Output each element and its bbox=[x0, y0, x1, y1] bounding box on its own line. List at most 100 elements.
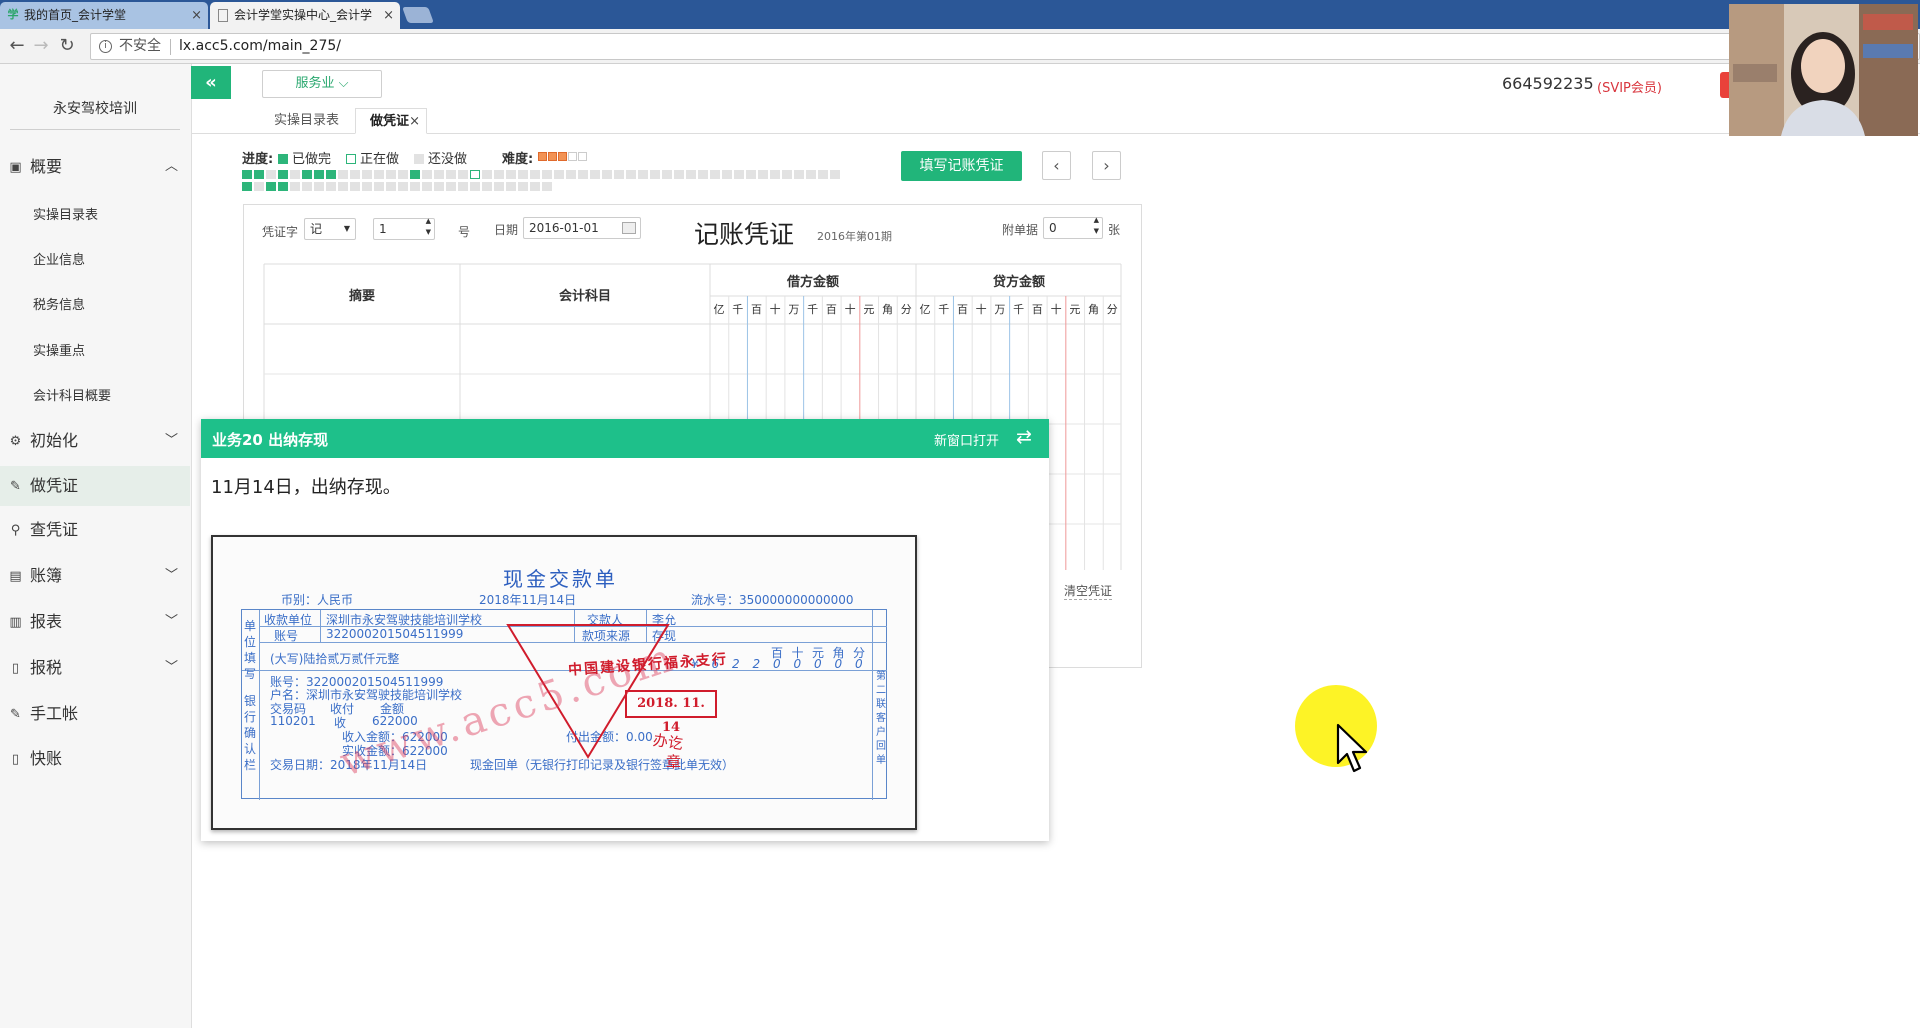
progress-cell[interactable] bbox=[302, 182, 312, 191]
progress-cell[interactable] bbox=[542, 170, 552, 179]
reload-icon[interactable]: ↻ bbox=[56, 35, 78, 56]
progress-cell[interactable] bbox=[290, 170, 300, 179]
progress-cell[interactable] bbox=[374, 170, 384, 179]
tab-make-voucher[interactable]: 做凭证 × bbox=[355, 108, 427, 134]
progress-cell[interactable] bbox=[398, 170, 408, 179]
sidebar-item-reports[interactable]: ▥ 报表 ﹀ bbox=[0, 602, 190, 642]
progress-cell[interactable] bbox=[410, 170, 420, 179]
info-icon[interactable]: i bbox=[99, 40, 112, 53]
progress-cell[interactable] bbox=[794, 170, 804, 179]
sidebar-sub-key-points[interactable]: 实操重点 bbox=[33, 340, 85, 359]
progress-cell[interactable] bbox=[578, 170, 588, 179]
progress-cell[interactable] bbox=[446, 182, 456, 191]
new-tab-button[interactable] bbox=[402, 7, 434, 23]
progress-cell[interactable] bbox=[722, 170, 732, 179]
progress-cell[interactable] bbox=[470, 182, 480, 191]
progress-cell[interactable] bbox=[254, 170, 264, 179]
progress-cell[interactable] bbox=[374, 182, 384, 191]
progress-cell[interactable] bbox=[434, 182, 444, 191]
progress-cell[interactable] bbox=[506, 170, 516, 179]
sidebar-sub-tax-info[interactable]: 税务信息 bbox=[33, 294, 85, 313]
progress-cell[interactable] bbox=[314, 170, 324, 179]
progress-cell[interactable] bbox=[338, 170, 348, 179]
progress-cell[interactable] bbox=[350, 182, 360, 191]
forward-arrow-icon[interactable]: → bbox=[30, 35, 52, 56]
collapse-sidebar-button[interactable]: « bbox=[191, 66, 231, 99]
fill-voucher-button[interactable]: 填写记账凭证 bbox=[901, 151, 1022, 181]
progress-cell[interactable] bbox=[386, 170, 396, 179]
sidebar-sub-company-info[interactable]: 企业信息 bbox=[33, 249, 85, 268]
progress-cell[interactable] bbox=[350, 170, 360, 179]
progress-cell[interactable] bbox=[386, 182, 396, 191]
progress-cell[interactable] bbox=[626, 170, 636, 179]
progress-cell[interactable] bbox=[494, 170, 504, 179]
progress-cell[interactable] bbox=[530, 182, 540, 191]
industry-dropdown[interactable]: 服务业 ⌵ bbox=[262, 70, 382, 98]
progress-cell[interactable] bbox=[830, 170, 840, 179]
progress-cell[interactable] bbox=[470, 170, 480, 179]
progress-cell[interactable] bbox=[518, 170, 528, 179]
progress-cell[interactable] bbox=[506, 182, 516, 191]
progress-cell[interactable] bbox=[770, 170, 780, 179]
progress-cell[interactable] bbox=[242, 170, 252, 179]
progress-cell[interactable] bbox=[530, 170, 540, 179]
close-icon[interactable]: × bbox=[409, 109, 420, 135]
progress-cell[interactable] bbox=[686, 170, 696, 179]
progress-cell[interactable] bbox=[254, 182, 264, 191]
open-new-window-link[interactable]: 新窗口打开 bbox=[934, 430, 999, 449]
progress-cell[interactable] bbox=[278, 170, 288, 179]
progress-cell[interactable] bbox=[782, 170, 792, 179]
progress-cell[interactable] bbox=[362, 182, 372, 191]
close-tab-icon[interactable]: × bbox=[383, 2, 394, 29]
browser-tab-practice[interactable]: 会计学堂实操中心_会计学 × bbox=[210, 2, 400, 29]
browser-tab-home[interactable]: 学 我的首页_会计学堂 × bbox=[0, 2, 208, 29]
sidebar-item-tax[interactable]: ▯ 报税 ﹀ bbox=[0, 648, 190, 688]
progress-cell[interactable] bbox=[746, 170, 756, 179]
progress-cell[interactable] bbox=[446, 170, 456, 179]
progress-cell[interactable] bbox=[494, 182, 504, 191]
progress-cell[interactable] bbox=[242, 182, 252, 191]
progress-cell[interactable] bbox=[338, 182, 348, 191]
progress-cell[interactable] bbox=[278, 182, 288, 191]
sidebar-item-ledger[interactable]: ▤ 账簿 ﹀ bbox=[0, 556, 190, 596]
progress-cell[interactable] bbox=[734, 170, 744, 179]
tab-catalog[interactable]: 实操目录表 bbox=[274, 108, 339, 134]
progress-cell[interactable] bbox=[326, 182, 336, 191]
prev-button[interactable]: ‹ bbox=[1042, 151, 1071, 180]
progress-cell[interactable] bbox=[422, 170, 432, 179]
close-tab-icon[interactable]: × bbox=[191, 2, 202, 29]
progress-cell[interactable] bbox=[398, 182, 408, 191]
progress-cell[interactable] bbox=[710, 170, 720, 179]
progress-cell[interactable] bbox=[482, 170, 492, 179]
progress-cell[interactable] bbox=[422, 182, 432, 191]
progress-cell[interactable] bbox=[650, 170, 660, 179]
sidebar-sub-account-overview[interactable]: 会计科目概要 bbox=[33, 385, 111, 404]
progress-cell[interactable] bbox=[674, 170, 684, 179]
sidebar-sub-catalog[interactable]: 实操目录表 bbox=[33, 204, 98, 223]
progress-cell[interactable] bbox=[518, 182, 528, 191]
progress-cell[interactable] bbox=[542, 182, 552, 191]
sidebar-item-overview[interactable]: ▣ 概要 ︿ bbox=[0, 147, 190, 187]
progress-cell[interactable] bbox=[662, 170, 672, 179]
sidebar-item-manual-ledger[interactable]: ✎ 手工帐 bbox=[0, 694, 190, 734]
progress-cell[interactable] bbox=[302, 170, 312, 179]
progress-cell[interactable] bbox=[614, 170, 624, 179]
progress-cell[interactable] bbox=[458, 170, 468, 179]
progress-cell[interactable] bbox=[602, 170, 612, 179]
progress-cell[interactable] bbox=[266, 182, 276, 191]
sidebar-item-init[interactable]: ⚙ 初始化 ﹀ bbox=[0, 421, 190, 461]
progress-cell[interactable] bbox=[566, 170, 576, 179]
progress-cell[interactable] bbox=[410, 182, 420, 191]
progress-cell[interactable] bbox=[434, 170, 444, 179]
progress-cell[interactable] bbox=[362, 170, 372, 179]
sidebar-item-quick-ledger[interactable]: ▯ 快账 bbox=[0, 739, 190, 779]
progress-cell[interactable] bbox=[590, 170, 600, 179]
progress-cell[interactable] bbox=[326, 170, 336, 179]
progress-cell[interactable] bbox=[818, 170, 828, 179]
back-arrow-icon[interactable]: ← bbox=[6, 35, 28, 56]
next-button[interactable]: › bbox=[1092, 151, 1121, 180]
progress-cell[interactable] bbox=[266, 170, 276, 179]
progress-cell[interactable] bbox=[698, 170, 708, 179]
clear-voucher-link[interactable]: 清空凭证 bbox=[1064, 582, 1113, 600]
swap-icon[interactable]: ⇄ bbox=[1016, 426, 1032, 448]
